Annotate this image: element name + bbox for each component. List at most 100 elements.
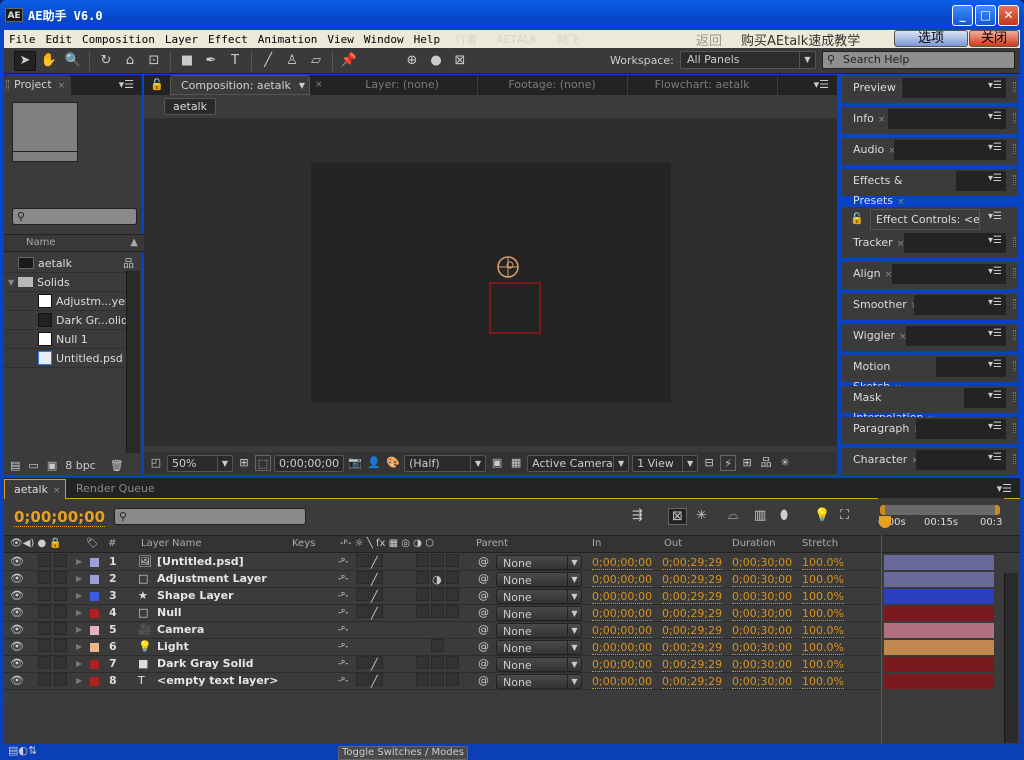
out-point[interactable]: 0;00;29;29 bbox=[662, 624, 723, 638]
menu-window[interactable]: Window bbox=[359, 33, 409, 46]
local-axis-icon[interactable]: ⊕ bbox=[401, 51, 423, 71]
parent-select[interactable]: None ▼ bbox=[496, 623, 582, 638]
stretch-value[interactable]: 100.0% bbox=[802, 658, 844, 672]
brainstorm-icon[interactable]: 💡 bbox=[814, 508, 830, 523]
new-folder-icon[interactable]: ▭ bbox=[28, 459, 38, 472]
switch-collapse[interactable] bbox=[356, 588, 369, 601]
interpret-footage-icon[interactable]: ▤ bbox=[10, 459, 20, 472]
switch-3d[interactable] bbox=[431, 639, 444, 652]
current-time-indicator[interactable] bbox=[879, 516, 891, 528]
grip-handle[interactable] bbox=[1013, 237, 1016, 247]
search-help-input[interactable]: ⚲ Search Help bbox=[822, 51, 1015, 69]
parent-select[interactable]: None ▼ bbox=[496, 555, 582, 570]
layer-name[interactable]: <empty text layer> bbox=[157, 673, 278, 689]
panel-menu-icon[interactable]: ▾☰ bbox=[988, 328, 1002, 339]
switch-quality[interactable]: ╱ bbox=[370, 588, 383, 603]
tab-footage[interactable]: Footage: (none) bbox=[478, 75, 628, 95]
switch-quality[interactable]: ╱ bbox=[370, 673, 383, 688]
panel-menu-icon[interactable]: ▾☰ bbox=[814, 78, 829, 91]
duration-value[interactable]: 0;00;30;00 bbox=[732, 607, 793, 621]
switch-adjustment[interactable] bbox=[431, 605, 444, 618]
panel-menu-icon[interactable]: ▾☰ bbox=[988, 173, 1002, 184]
switch-3d[interactable] bbox=[446, 588, 459, 601]
switch-adjustment[interactable]: ◑ bbox=[431, 571, 444, 586]
project-item[interactable]: Null 1 bbox=[4, 330, 126, 349]
switch-motion-blur[interactable] bbox=[416, 588, 429, 601]
world-axis-icon[interactable]: ● bbox=[425, 51, 447, 71]
project-item[interactable]: Untitled.psd bbox=[4, 349, 126, 368]
visibility-eye-icon[interactable]: 👁 bbox=[10, 571, 24, 587]
expand-arrow-icon[interactable]: ▼ bbox=[8, 278, 14, 287]
stretch-value[interactable]: 100.0% bbox=[802, 675, 844, 689]
label-color-swatch[interactable] bbox=[90, 660, 99, 669]
out-point[interactable]: 0;00;29;29 bbox=[662, 607, 723, 621]
live-update-icon[interactable]: ⊠ bbox=[668, 508, 687, 525]
project-item[interactable]: Adjustm...yer bbox=[4, 292, 126, 311]
resolution-select[interactable]: (Half) ▼ bbox=[404, 454, 487, 472]
visibility-eye-icon[interactable]: 👁 bbox=[10, 588, 24, 604]
grip-handle[interactable] bbox=[1013, 113, 1016, 123]
panel-menu-icon[interactable]: ▾☰ bbox=[988, 211, 1002, 222]
close-window-button[interactable]: ✕ bbox=[998, 5, 1019, 26]
out-point[interactable]: 0;00;29;29 bbox=[662, 590, 723, 604]
label-color-swatch[interactable] bbox=[90, 643, 99, 652]
back-link[interactable]: 返回 bbox=[696, 30, 722, 49]
current-time-display[interactable]: 0;00;00;00 bbox=[14, 508, 106, 527]
work-area-bar[interactable] bbox=[880, 505, 1000, 515]
minimize-button[interactable]: _ bbox=[952, 5, 973, 26]
view-layout-select[interactable]: 1 View ▼ bbox=[632, 454, 699, 472]
layer-duration-bar[interactable] bbox=[884, 674, 994, 689]
project-folder[interactable]: ▼ Solids bbox=[4, 273, 126, 292]
expand-arrow-icon[interactable]: ▶ bbox=[76, 571, 82, 587]
grip-handle[interactable] bbox=[6, 80, 9, 90]
zoom-tool-icon[interactable]: 🔍 bbox=[62, 51, 84, 71]
shy-switch-icon[interactable]: -ᵖ- bbox=[338, 588, 348, 604]
layer-name[interactable]: Adjustment Layer bbox=[157, 571, 267, 587]
shy-switch-icon[interactable]: -ᵖ- bbox=[338, 554, 348, 570]
hand-tool-icon[interactable]: ✋ bbox=[38, 51, 60, 71]
duration-value[interactable]: 0;00;30;00 bbox=[732, 624, 793, 638]
exposure-icon[interactable]: ✳ bbox=[777, 455, 793, 471]
lock-icon[interactable]: 🔓 bbox=[144, 75, 170, 95]
lock-toggle[interactable] bbox=[54, 622, 67, 635]
lock-icon[interactable]: 🔓 bbox=[850, 212, 864, 225]
project-item[interactable]: Dark Gr...olid bbox=[4, 311, 126, 330]
solo-toggle[interactable] bbox=[38, 605, 51, 618]
label-color-swatch[interactable] bbox=[90, 626, 99, 635]
layer-name[interactable]: Camera bbox=[157, 622, 204, 638]
snapshot-icon[interactable]: 📷 bbox=[347, 455, 363, 471]
tab-project[interactable]: Project × bbox=[4, 75, 72, 95]
switch-3d[interactable] bbox=[446, 605, 459, 618]
fast-previews-icon[interactable]: ⚡ bbox=[720, 455, 737, 471]
stretch-value[interactable]: 100.0% bbox=[802, 556, 844, 570]
visibility-eye-icon[interactable]: 👁 bbox=[10, 656, 24, 672]
in-point[interactable]: 0;00;00;00 bbox=[592, 624, 653, 638]
tab-effects-presets[interactable]: Effects & Presets × bbox=[842, 171, 956, 207]
bit-depth-button[interactable]: 8 bpc bbox=[65, 459, 96, 472]
close-button[interactable]: 关闭 bbox=[969, 30, 1019, 47]
expand-arrow-icon[interactable]: ▶ bbox=[76, 622, 82, 638]
clone-stamp-tool-icon[interactable]: ♙ bbox=[281, 51, 303, 71]
transparency-grid-icon[interactable]: ▦ bbox=[508, 455, 524, 471]
in-point[interactable]: 0;00;00;00 bbox=[592, 675, 653, 689]
visibility-eye-icon[interactable]: 👁 bbox=[10, 554, 24, 570]
stretch-value[interactable]: 100.0% bbox=[802, 641, 844, 655]
project-search-input[interactable]: ⚲ bbox=[12, 208, 137, 225]
shy-switch-icon[interactable]: -ᵖ- bbox=[338, 622, 348, 638]
shy-layers-icon[interactable]: ⌓ bbox=[728, 508, 738, 523]
layer-duration-bar[interactable] bbox=[884, 555, 994, 570]
trash-icon[interactable]: 🗑 bbox=[110, 459, 124, 472]
tab-tracker[interactable]: Tracker × bbox=[842, 233, 904, 254]
solo-toggle[interactable] bbox=[38, 571, 51, 584]
layer-duration-bar[interactable] bbox=[884, 657, 994, 672]
label-color-swatch[interactable] bbox=[90, 575, 99, 584]
switch-collapse[interactable] bbox=[356, 571, 369, 584]
panel-menu-icon[interactable]: ▾☰ bbox=[988, 235, 1002, 246]
eraser-tool-icon[interactable]: ▱ bbox=[305, 51, 327, 71]
tab-flowchart[interactable]: Flowchart: aetalk bbox=[628, 75, 778, 95]
rectangle-tool-icon[interactable]: ■ bbox=[176, 51, 198, 71]
parent-select[interactable]: None ▼ bbox=[496, 640, 582, 655]
channel-rgb-icon[interactable]: 🎨 bbox=[385, 455, 401, 471]
column-parent[interactable]: Parent bbox=[476, 536, 508, 552]
in-point[interactable]: 0;00;00;00 bbox=[592, 658, 653, 672]
